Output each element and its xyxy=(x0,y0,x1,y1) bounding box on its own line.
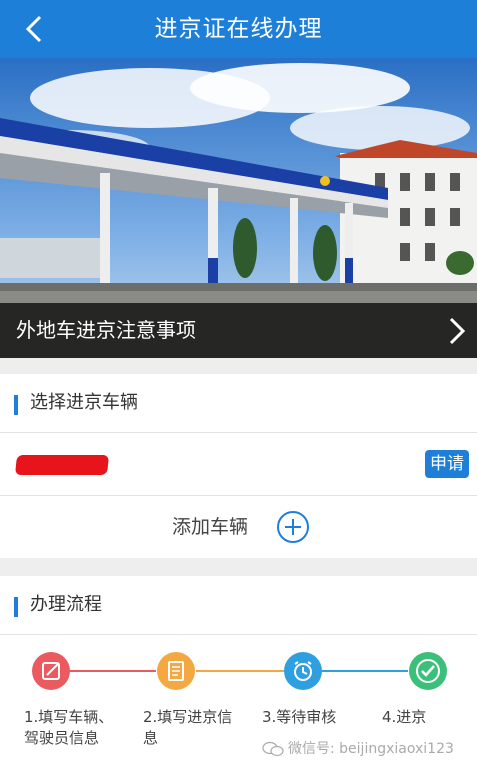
page-title: 进京证在线办理 xyxy=(154,16,323,42)
section-accent-bar xyxy=(14,395,18,415)
redacted-plate-number xyxy=(14,455,110,475)
step-connector xyxy=(196,670,284,672)
notice-link[interactable]: 外地车进京注意事项 xyxy=(0,303,477,358)
process-section-title: 办理流程 xyxy=(30,594,102,615)
vehicle-section-title: 选择进京车辆 xyxy=(30,392,138,413)
step-label: 2.填写进京信息 xyxy=(143,708,233,747)
step-connector xyxy=(70,670,156,672)
apply-button[interactable]: 申请 xyxy=(425,450,469,478)
watermark-text: 微信号: beijingxiaoxi123 xyxy=(288,741,454,757)
app-header: 进京证在线办理 xyxy=(0,0,477,58)
alarm-clock-icon xyxy=(284,652,322,690)
vehicle-section-header: 选择进京车辆 xyxy=(0,374,477,433)
add-vehicle-label: 添加车辆 xyxy=(172,516,249,538)
section-accent-bar xyxy=(14,597,18,617)
edit-icon xyxy=(32,652,70,690)
step-label: 1.填写车辆、驾驶员信息 xyxy=(24,708,114,747)
notice-text: 外地车进京注意事项 xyxy=(16,318,196,342)
vehicle-card: 选择进京车辆 申请 添加车辆 xyxy=(0,374,477,558)
checkmark-icon xyxy=(409,652,447,690)
step-label: 3.等待审核 xyxy=(262,708,337,726)
plus-circle-icon[interactable] xyxy=(276,510,310,544)
wechat-icon xyxy=(262,741,284,757)
chevron-right-icon xyxy=(449,317,466,345)
process-section-header: 办理流程 xyxy=(0,576,477,635)
vehicle-row[interactable]: 申请 xyxy=(0,433,477,496)
document-icon xyxy=(157,652,195,690)
step-label: 4.进京 xyxy=(382,708,427,726)
step-connector xyxy=(322,670,408,672)
add-vehicle-row[interactable]: 添加车辆 xyxy=(0,496,477,558)
